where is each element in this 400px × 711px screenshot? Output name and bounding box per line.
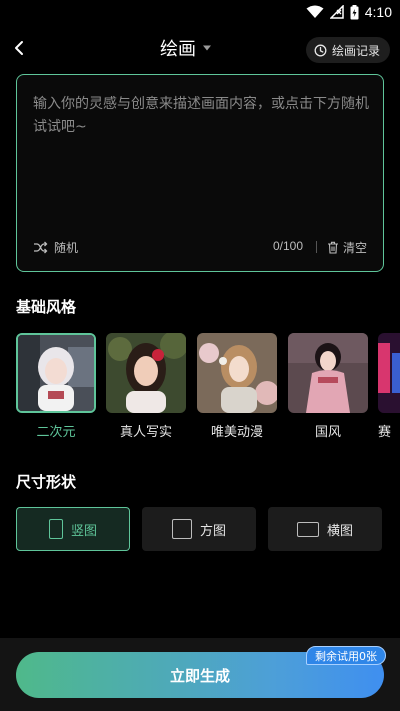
style-label-aesthetic-anime: 唯美动漫 bbox=[210, 425, 263, 440]
shuffle-icon bbox=[34, 241, 48, 253]
style-thumbnail-cyberpunk bbox=[378, 333, 400, 413]
style-label-chinese: 国风 bbox=[314, 425, 341, 440]
random-label: 随机 bbox=[54, 240, 79, 255]
trial-remaining-label: 剩余试用0张 bbox=[315, 649, 377, 663]
style-thumbnail-anime bbox=[16, 333, 96, 413]
status-icons: 4:10 bbox=[306, 3, 392, 21]
history-button[interactable]: 绘画记录 bbox=[305, 37, 390, 63]
clear-label: 清空 bbox=[342, 240, 367, 255]
random-button[interactable]: 随机 bbox=[33, 237, 78, 257]
caret-down-icon bbox=[203, 45, 211, 51]
style-item-chinese[interactable]: 国风 bbox=[288, 333, 368, 440]
style-label-realistic: 真人写实 bbox=[119, 425, 172, 440]
landscape-shape-icon bbox=[296, 521, 319, 537]
back-button[interactable] bbox=[6, 34, 32, 62]
style-thumbnail-realistic bbox=[106, 333, 186, 413]
size-landscape-label: 横图 bbox=[326, 523, 353, 539]
prompt-placeholder: 输入你的灵感与创意来描述画面内容，或点击下方随机试试吧~ bbox=[33, 96, 369, 135]
cellular-no-sim-icon bbox=[329, 5, 344, 19]
style-item-realistic[interactable]: 真人写实 bbox=[106, 333, 186, 440]
header: 绘画 绘画记录 bbox=[0, 28, 400, 68]
style-label-anime: 二次元 bbox=[36, 425, 76, 440]
style-item-anime[interactable]: 二次元 bbox=[16, 333, 96, 440]
status-time: 4:10 bbox=[364, 4, 392, 20]
styles-section-title: 基础风格 bbox=[16, 298, 77, 316]
size-portrait-button[interactable]: 竖图 bbox=[16, 507, 130, 551]
history-label: 绘画记录 bbox=[331, 43, 380, 58]
clear-button[interactable]: 清空 bbox=[327, 237, 367, 257]
generate-label: 立即生成 bbox=[169, 666, 230, 685]
size-landscape-button[interactable]: 横图 bbox=[268, 507, 382, 551]
char-counter: 0/100 bbox=[272, 239, 303, 253]
style-item-cyberpunk[interactable]: 赛 bbox=[378, 333, 400, 440]
size-options: 竖图 方图 横图 bbox=[16, 507, 384, 553]
chevron-left-icon bbox=[15, 41, 23, 55]
square-shape-icon bbox=[171, 519, 192, 539]
page-title: 绘画 bbox=[160, 39, 196, 60]
size-square-label: 方图 bbox=[199, 523, 226, 539]
wifi-icon bbox=[306, 5, 324, 18]
trial-remaining-badge: 剩余试用0张 bbox=[306, 646, 386, 665]
clock-icon bbox=[314, 44, 327, 56]
mode-selector[interactable]: 绘画 bbox=[160, 34, 212, 62]
battery-icon bbox=[350, 4, 359, 19]
size-portrait-label: 竖图 bbox=[70, 523, 97, 539]
size-square-button[interactable]: 方图 bbox=[142, 507, 256, 551]
style-thumbnail-aesthetic-anime bbox=[197, 333, 277, 413]
trash-icon bbox=[327, 241, 338, 254]
portrait-shape-icon bbox=[48, 519, 63, 539]
style-item-aesthetic-anime[interactable]: 唯美动漫 bbox=[197, 333, 277, 440]
status-bar: 4:10 bbox=[0, 0, 400, 24]
prompt-input[interactable]: 输入你的灵感与创意来描述画面内容，或点击下方随机试试吧~ 随机 0/100 清空 bbox=[16, 74, 384, 272]
sizes-section-title: 尺寸形状 bbox=[16, 473, 77, 491]
style-label-cyberpunk: 赛 bbox=[378, 425, 392, 440]
style-carousel[interactable]: 二次元 真人写实 唯美动漫 国风 赛 bbox=[16, 333, 400, 443]
divider bbox=[316, 241, 317, 253]
style-thumbnail-chinese bbox=[288, 333, 368, 413]
